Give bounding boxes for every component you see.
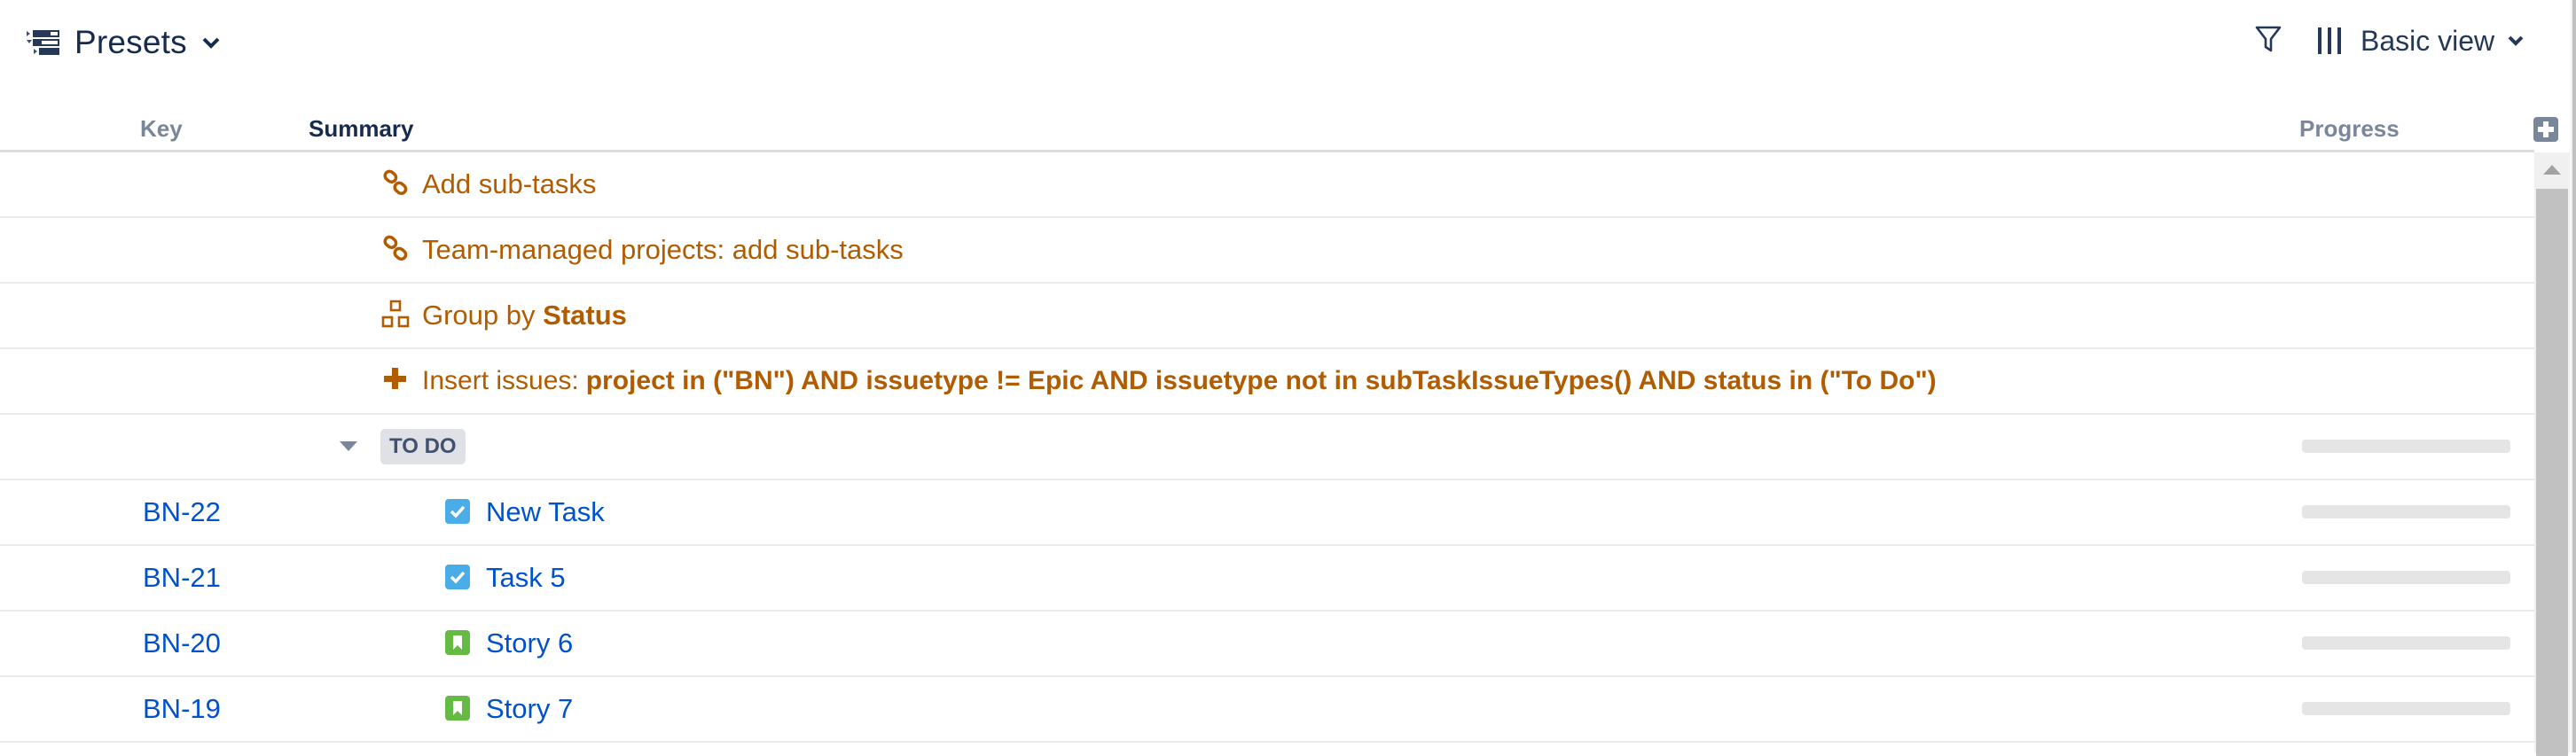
column-header-key[interactable]: Key bbox=[140, 115, 183, 143]
issue-summary[interactable]: Task 5 bbox=[486, 546, 566, 610]
filter-button[interactable] bbox=[2252, 23, 2284, 55]
arrow-up-icon bbox=[2543, 165, 2561, 175]
issue-summary[interactable]: New Task bbox=[486, 480, 605, 544]
generator-label: Group by Status bbox=[422, 284, 627, 347]
generator-row[interactable]: Team-managed projects: add sub-tasks bbox=[0, 218, 2534, 284]
issue-key[interactable]: BN-22 bbox=[143, 480, 221, 544]
view-label: Basic view bbox=[2361, 24, 2495, 57]
issue-row[interactable]: BN-19 Story 7 bbox=[0, 677, 2534, 743]
story-type-icon bbox=[445, 630, 470, 655]
group-icon bbox=[381, 300, 410, 328]
view-selector[interactable]: Basic view bbox=[2316, 16, 2525, 66]
chevron-down-icon bbox=[2508, 35, 2524, 46]
issue-row[interactable]: BN-21 Task 5 bbox=[0, 546, 2534, 612]
scrollbar-thumb[interactable] bbox=[2536, 189, 2568, 756]
structure-table-body: Add sub-tasks Team-managed projects: add… bbox=[0, 152, 2534, 743]
story-type-icon bbox=[445, 696, 470, 721]
column-header-progress[interactable]: Progress bbox=[2299, 115, 2400, 143]
add-column-button[interactable] bbox=[2533, 117, 2558, 142]
columns-icon bbox=[2318, 27, 2341, 54]
generator-label: Add sub-tasks bbox=[422, 168, 597, 199]
status-badge: TO DO bbox=[380, 429, 466, 464]
generator-row[interactable]: Group by Status bbox=[0, 284, 2534, 349]
generator-label: Team-managed projects: add sub-tasks bbox=[422, 234, 904, 265]
progress-bar bbox=[2302, 505, 2510, 518]
page-scrollbar[interactable] bbox=[2571, 0, 2576, 752]
issue-row[interactable]: BN-20 Story 6 bbox=[0, 612, 2534, 677]
progress-bar bbox=[2302, 571, 2510, 584]
progress-bar bbox=[2302, 440, 2510, 453]
generator-label: Insert issues: project in ("BN") AND issu… bbox=[422, 349, 1937, 413]
jql-query: project in ("BN") AND issuetype != Epic … bbox=[585, 366, 1937, 395]
scroll-up-button[interactable] bbox=[2534, 152, 2570, 188]
progress-bar bbox=[2302, 636, 2510, 650]
task-type-icon bbox=[445, 565, 470, 589]
issue-summary[interactable]: Story 6 bbox=[486, 612, 573, 675]
issue-summary[interactable]: Story 7 bbox=[486, 677, 573, 741]
presets-dropdown[interactable]: Presets bbox=[27, 16, 221, 69]
issue-row[interactable]: BN-22 New Task bbox=[0, 480, 2534, 546]
issue-key[interactable]: BN-20 bbox=[143, 612, 221, 675]
generator-row[interactable]: Add sub-tasks bbox=[0, 152, 2534, 218]
plus-icon bbox=[384, 368, 406, 389]
table-scrollbar[interactable] bbox=[2534, 152, 2570, 756]
presets-label: Presets bbox=[74, 24, 187, 60]
link-icon bbox=[383, 169, 408, 196]
issue-key[interactable]: BN-21 bbox=[143, 546, 221, 610]
column-header-summary[interactable]: Summary bbox=[309, 115, 414, 143]
generator-attribute: Status bbox=[543, 300, 627, 331]
link-icon bbox=[383, 235, 408, 261]
generator-prefix: Insert issues: bbox=[422, 366, 579, 395]
plus-square-icon bbox=[2538, 121, 2554, 137]
caret-down-icon[interactable] bbox=[340, 441, 357, 452]
issue-key[interactable]: BN-19 bbox=[143, 677, 221, 741]
progress-bar bbox=[2302, 702, 2510, 715]
chevron-down-icon bbox=[202, 37, 220, 49]
task-type-icon bbox=[445, 499, 470, 524]
structure-presets-icon bbox=[27, 30, 59, 55]
generator-prefix: Group by bbox=[422, 300, 536, 331]
generator-row[interactable]: Insert issues: project in ("BN") AND issu… bbox=[0, 349, 2534, 415]
filter-icon bbox=[2255, 26, 2282, 52]
group-row[interactable]: TO DO bbox=[0, 415, 2534, 480]
